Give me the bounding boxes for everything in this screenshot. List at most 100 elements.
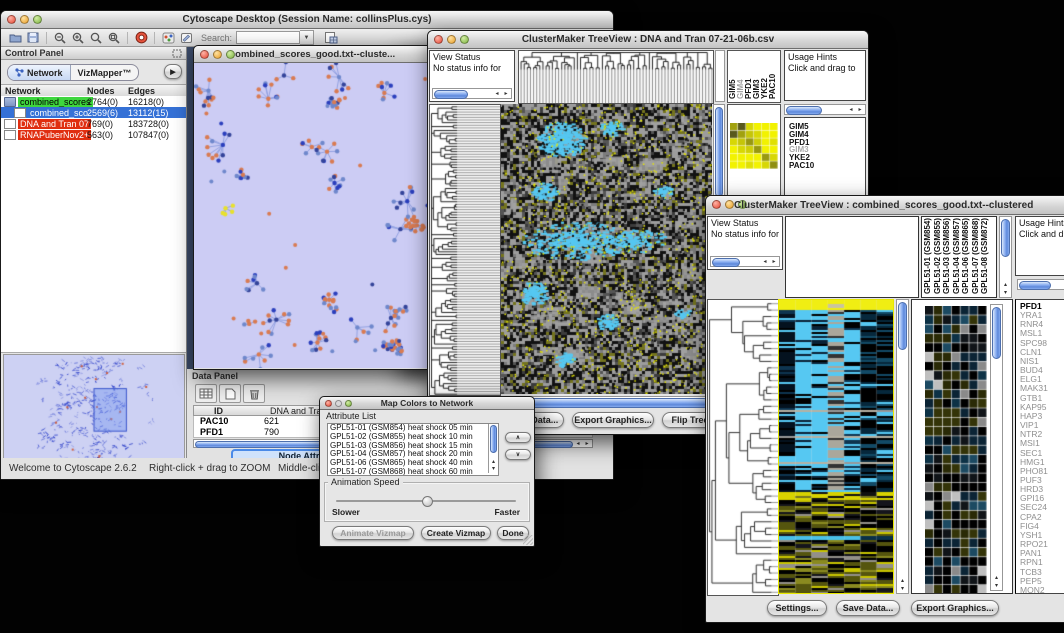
scroll-down-icon[interactable]: ▾: [993, 583, 1001, 589]
detail-vscrollbar[interactable]: ▴ ▾: [990, 304, 1003, 591]
scroll-right-icon[interactable]: ▸: [856, 107, 864, 113]
column-label[interactable]: PAC10: [769, 74, 777, 99]
main-titlebar[interactable]: Cytoscape Desktop (Session Name: collins…: [1, 11, 613, 29]
row-dendrogram[interactable]: [429, 104, 501, 396]
window-controls[interactable]: [7, 15, 42, 24]
window-controls[interactable]: [325, 400, 352, 407]
table-grid-icon[interactable]: [195, 384, 217, 403]
scrollbar-thumb[interactable]: [786, 106, 822, 115]
move-down-button[interactable]: ∨: [505, 449, 531, 460]
scrollbar-thumb[interactable]: [712, 258, 740, 267]
scroll-up-icon[interactable]: ▴: [1002, 282, 1010, 288]
search-input[interactable]: [236, 31, 300, 44]
column-labels-vscrollbar[interactable]: ▴ ▾: [999, 216, 1012, 298]
move-up-button[interactable]: ∧: [505, 432, 531, 443]
expression-heatmap[interactable]: [501, 104, 712, 394]
new-attribute-icon[interactable]: [219, 384, 241, 403]
treeview-dna-titlebar[interactable]: ClusterMaker TreeView : DNA and Tran 07-…: [428, 31, 868, 49]
modify-network-icon[interactable]: [159, 31, 177, 45]
minimize-icon[interactable]: [447, 35, 456, 44]
birdseye-view[interactable]: [3, 354, 185, 468]
column-label[interactable]: GPL51-08 (GSM872): [981, 218, 989, 294]
save-session-icon[interactable]: [24, 31, 42, 45]
help-lifesaver-icon[interactable]: [132, 31, 150, 45]
network-tree-row[interactable]: DNA and Tran 07769(0)183728(0): [1, 118, 186, 129]
zoom-window-icon[interactable]: [345, 400, 352, 407]
network-tree-row[interactable]: combined_scores2764(0)16218(0): [1, 96, 186, 107]
heatmap-vscrollbar[interactable]: ▴ ▾: [896, 299, 909, 594]
scrollbar-thumb[interactable]: [1019, 281, 1051, 290]
scroll-right-icon[interactable]: ▸: [502, 91, 510, 97]
expression-heatmap[interactable]: [778, 299, 894, 594]
scroll-right-icon[interactable]: ▸: [583, 441, 591, 447]
scrollbar-thumb[interactable]: [992, 307, 1001, 359]
settings-button[interactable]: Settings...: [767, 600, 827, 616]
scrollbar-thumb[interactable]: [434, 90, 468, 99]
scrollbar-thumb[interactable]: [1001, 219, 1010, 257]
similarity-row-label[interactable]: PAC10: [789, 162, 865, 170]
minimize-icon[interactable]: [335, 400, 342, 407]
scrollbar-thumb[interactable]: [715, 107, 723, 197]
scroll-down-icon[interactable]: ▾: [899, 586, 907, 592]
scroll-up-icon[interactable]: ▴: [899, 578, 907, 584]
column-dendrogram[interactable]: [518, 50, 714, 104]
network1-titlebar[interactable]: combined_scores_good.txt--cluste...: [194, 46, 431, 63]
export-graphics-button[interactable]: Export Graphics...: [572, 412, 654, 428]
col-header-nodes[interactable]: Nodes: [87, 86, 115, 96]
scroll-left-icon[interactable]: ◂: [847, 107, 855, 113]
scroll-left-icon[interactable]: ◂: [493, 91, 501, 97]
scroll-up-icon[interactable]: ▴: [993, 575, 1001, 581]
annotation-icon[interactable]: [177, 31, 195, 45]
create-vizmap-button[interactable]: Create Vizmap: [421, 526, 491, 540]
scroll-up-icon[interactable]: ▴: [490, 459, 498, 465]
minimize-icon[interactable]: [20, 15, 29, 24]
search-dropdown-button[interactable]: ▼: [300, 30, 314, 45]
data-col-id[interactable]: ID: [214, 406, 223, 416]
scroll-down-icon[interactable]: ▾: [490, 466, 498, 472]
window-controls[interactable]: [200, 50, 235, 59]
close-icon[interactable]: [7, 15, 16, 24]
zoom-fit-icon[interactable]: [105, 31, 123, 45]
zoom-in-icon[interactable]: [69, 31, 87, 45]
resize-grip[interactable]: [523, 535, 533, 545]
col-header-network[interactable]: Network: [5, 86, 41, 96]
zoom-window-icon[interactable]: [460, 35, 469, 44]
row-dendrogram[interactable]: [707, 299, 779, 596]
zoom-window-icon[interactable]: [226, 50, 235, 59]
close-icon[interactable]: [325, 400, 332, 407]
column-label[interactable]: GPL51-02 (GSM855): [934, 218, 942, 294]
attribute-item[interactable]: GPL51-07 (GSM868) heat shock 60 min: [328, 468, 498, 476]
window-controls[interactable]: [434, 35, 469, 44]
column-label[interactable]: GPL51-06 (GSM865): [962, 218, 970, 294]
usage-hints-hscrollbar[interactable]: [1017, 279, 1064, 290]
column-label[interactable]: GPL51-01 (GSM854): [924, 218, 932, 294]
slider-thumb[interactable]: [422, 496, 433, 507]
tab-network[interactable]: Network: [8, 65, 71, 80]
float-panel-icon[interactable]: [172, 49, 182, 60]
gene-label[interactable]: MON2: [1020, 586, 1064, 594]
column-dendrogram-panel[interactable]: [785, 216, 919, 298]
scrollbar-thumb[interactable]: [898, 302, 907, 350]
zoom-detail-heatmap[interactable]: [925, 306, 987, 593]
dialog-titlebar[interactable]: Map Colors to Network: [320, 397, 534, 410]
close-icon[interactable]: [434, 35, 443, 44]
col-header-edges[interactable]: Edges: [128, 86, 155, 96]
export-graphics-button[interactable]: Export Graphics...: [911, 600, 999, 616]
import-table-icon[interactable]: [322, 31, 340, 45]
network-tree-row[interactable]: combined_sco2569(6)13112(15): [1, 107, 186, 118]
scroll-right-icon[interactable]: ▸: [770, 259, 778, 265]
delete-attribute-trash-icon[interactable]: [243, 384, 265, 403]
minimize-icon[interactable]: [213, 50, 222, 59]
treeview-combined-titlebar[interactable]: ClusterMaker TreeView : combined_scores_…: [706, 196, 1064, 215]
network-view-window-1[interactable]: combined_scores_good.txt--cluste...: [193, 45, 432, 370]
view-status-hscrollbar[interactable]: ◂ ▸: [710, 256, 780, 267]
attribute-list-vscrollbar[interactable]: ▴ ▾: [488, 424, 498, 473]
network-tree-row[interactable]: RNAPuberNov2+563(0)107847(0): [1, 129, 186, 140]
similarity-matrix-heatmap[interactable]: [730, 123, 778, 169]
zoom-selected-icon[interactable]: [87, 31, 105, 45]
close-icon[interactable]: [712, 200, 721, 209]
save-data-button[interactable]: Save Data...: [836, 600, 900, 616]
column-label[interactable]: GPL51-04 (GSM857): [953, 218, 961, 294]
scroll-left-icon[interactable]: ◂: [574, 441, 582, 447]
zoom-window-icon[interactable]: [33, 15, 42, 24]
